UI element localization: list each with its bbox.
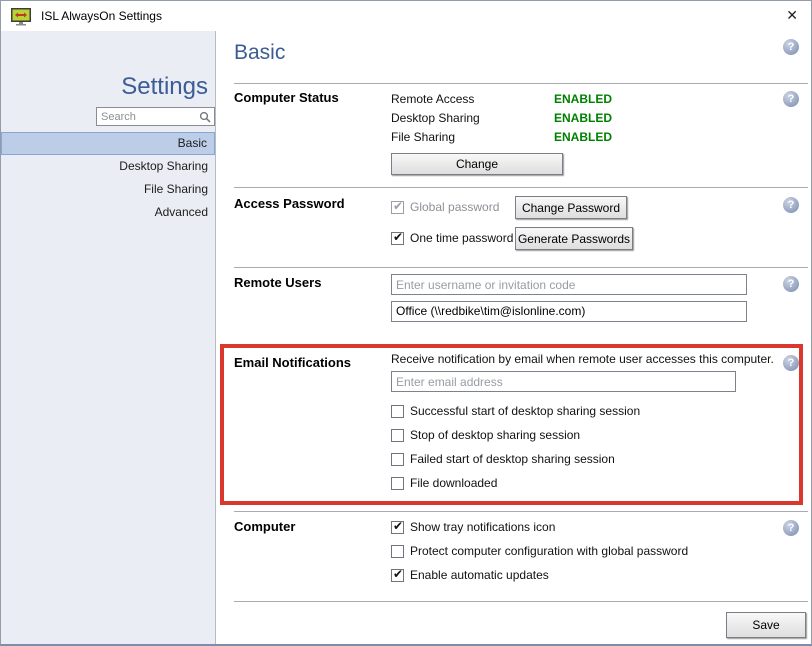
settings-window: ISL AlwaysOn Settings ✕ Settings Basic D… (0, 0, 812, 646)
window-title: ISL AlwaysOn Settings (41, 9, 162, 23)
status-row-name: File Sharing (391, 130, 455, 144)
email-notifications-label: Email Notifications (234, 355, 351, 370)
global-password-checkbox-label: Global password (410, 200, 499, 214)
email-notifications-description: Receive notification by email when remot… (391, 352, 774, 366)
remote-users-label: Remote Users (234, 275, 321, 290)
failed-start-checkbox[interactable] (391, 453, 404, 466)
status-row-name: Remote Access (391, 92, 474, 106)
sidebar-item-advanced[interactable]: Advanced (1, 201, 215, 224)
help-icon-email-notifications[interactable]: ? (783, 355, 799, 371)
protect-config-checkbox[interactable] (391, 545, 404, 558)
status-row-value: ENABLED (554, 111, 612, 125)
status-row-value: ENABLED (554, 92, 612, 106)
stop-session-checkbox-label: Stop of desktop sharing session (410, 428, 580, 442)
search-box (96, 107, 215, 126)
status-row-name: Desktop Sharing (391, 111, 480, 125)
section-divider (234, 187, 808, 188)
footer-divider (234, 601, 808, 602)
file-downloaded-checkbox[interactable] (391, 477, 404, 490)
page-title: Basic (234, 41, 285, 65)
sidebar: Settings Basic Desktop Sharing File Shar… (1, 31, 216, 644)
sidebar-item-file-sharing[interactable]: File Sharing (1, 178, 215, 201)
section-divider (234, 83, 808, 84)
section-divider (234, 511, 808, 512)
help-icon-computer-status[interactable]: ? (783, 91, 799, 107)
one-time-password-checkbox[interactable] (391, 232, 404, 245)
sidebar-item-desktop-sharing[interactable]: Desktop Sharing (1, 155, 215, 178)
show-tray-checkbox-label: Show tray notifications icon (410, 520, 555, 534)
title-bar: ISL AlwaysOn Settings ✕ (1, 1, 811, 31)
sidebar-heading: Settings (121, 73, 208, 101)
successful-start-checkbox[interactable] (391, 405, 404, 418)
section-divider (234, 267, 808, 268)
sidebar-nav: Basic Desktop Sharing File Sharing Advan… (1, 132, 215, 224)
remote-user-input[interactable] (391, 274, 747, 295)
generate-passwords-button[interactable]: Generate Passwords (515, 227, 633, 250)
show-tray-checkbox[interactable] (391, 521, 404, 534)
sidebar-item-basic[interactable]: Basic (1, 132, 215, 155)
protect-config-checkbox-label: Protect computer configuration with glob… (410, 544, 688, 558)
computer-status-label: Computer Status (234, 90, 339, 105)
app-icon (10, 7, 32, 26)
help-icon-access-password[interactable]: ? (783, 197, 799, 213)
status-row-value: ENABLED (554, 130, 612, 144)
search-input[interactable] (97, 108, 214, 125)
successful-start-checkbox-label: Successful start of desktop sharing sess… (410, 404, 640, 418)
one-time-password-checkbox-label: One time password (410, 231, 513, 245)
failed-start-checkbox-label: Failed start of desktop sharing session (410, 452, 615, 466)
email-address-input[interactable] (391, 371, 736, 392)
help-icon-remote-users[interactable]: ? (783, 276, 799, 292)
computer-label: Computer (234, 519, 295, 534)
change-button[interactable]: Change (391, 153, 563, 175)
remote-user-entry[interactable]: Office (\\redbike\tim@islonline.com) (391, 301, 747, 322)
search-icon (199, 111, 211, 123)
stop-session-checkbox[interactable] (391, 429, 404, 442)
auto-updates-checkbox-label: Enable automatic updates (410, 568, 549, 582)
close-icon[interactable]: ✕ (786, 6, 798, 24)
file-downloaded-checkbox-label: File downloaded (410, 476, 497, 490)
auto-updates-checkbox[interactable] (391, 569, 404, 582)
help-icon-page[interactable]: ? (783, 39, 799, 55)
help-icon-computer[interactable]: ? (783, 520, 799, 536)
access-password-label: Access Password (234, 196, 345, 211)
change-password-button[interactable]: Change Password (515, 196, 627, 219)
save-button[interactable]: Save (726, 612, 806, 638)
global-password-checkbox[interactable] (391, 201, 404, 214)
